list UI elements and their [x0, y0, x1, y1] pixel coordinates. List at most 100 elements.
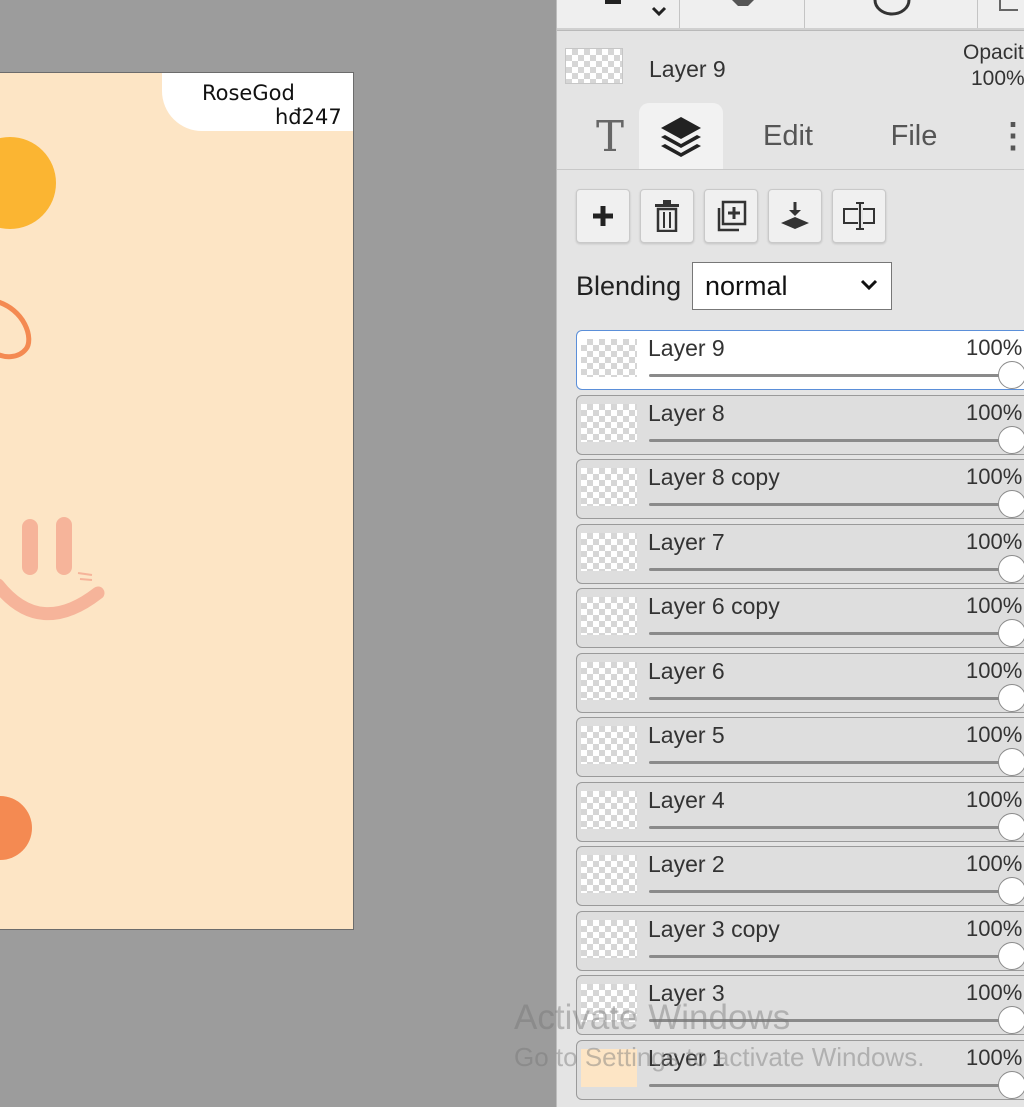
shape-icon: [732, 0, 754, 6]
watermark-handle: hđ247: [275, 105, 342, 129]
layer-name: Layer 9: [648, 335, 725, 361]
opacity-slider-knob[interactable]: [998, 683, 1024, 712]
opacity-slider-track[interactable]: [649, 438, 1019, 442]
layer-name: Layer 2: [648, 851, 725, 877]
rename-layer-button[interactable]: [832, 189, 886, 243]
current-layer-name: Layer 9: [649, 56, 726, 82]
current-layer-thumbnail: [565, 48, 623, 84]
layer-name: Layer 6 copy: [648, 593, 780, 619]
orange-circle-shape: [0, 796, 32, 860]
layer-item[interactable]: Layer 5 100%: [576, 717, 1024, 777]
opacity-slider-knob[interactable]: [998, 1070, 1024, 1099]
opacity-slider-knob[interactable]: [998, 877, 1024, 905]
shape-tool-button[interactable]: [680, 0, 805, 28]
duplicate-icon: [717, 200, 747, 232]
tool-strip: [557, 0, 1024, 31]
add-layer-button[interactable]: [576, 189, 630, 243]
layer-thumbnail: [581, 919, 637, 958]
merge-down-button[interactable]: [768, 189, 822, 243]
chevron-down-icon: [860, 279, 878, 291]
plus-icon: [593, 206, 613, 226]
layer-name: Layer 3: [648, 980, 725, 1006]
layer-item[interactable]: Layer 4 100%: [576, 781, 1024, 842]
opacity-slider-track[interactable]: [649, 567, 1019, 571]
ellipse-tool-button[interactable]: [805, 0, 978, 28]
opacity-slider-track[interactable]: [649, 761, 1019, 764]
layer-name: Layer 6: [648, 657, 725, 684]
opacity-label: Opacit: [963, 41, 1024, 64]
opacity-slider-knob[interactable]: [998, 425, 1024, 454]
canvas-artwork: [0, 137, 105, 860]
merge-down-icon: [781, 202, 809, 229]
current-layer-info: Layer 9 Opacit 100%: [557, 31, 1024, 103]
panel-tabs: T Edit File ⋮: [557, 103, 1024, 170]
opacity-slider-track[interactable]: [649, 503, 1019, 506]
tab-file[interactable]: File: [879, 103, 949, 169]
blending-select[interactable]: normal: [692, 262, 892, 310]
page-tool-button[interactable]: [978, 0, 1024, 28]
layer-item[interactable]: Layer 9 100%: [576, 330, 1024, 390]
layer-thumbnail: [581, 790, 637, 829]
layer-item[interactable]: Layer 8 100%: [576, 394, 1024, 455]
layer-opacity: 100%: [966, 851, 1023, 876]
layer-opacity: 100%: [966, 399, 1023, 425]
text-tool-icon: T: [595, 111, 624, 161]
more-vertical-icon[interactable]: ⋮: [996, 103, 1024, 169]
tab-layers[interactable]: [639, 103, 723, 169]
layer-thumbnail: [581, 597, 637, 635]
opacity-slider-knob[interactable]: [998, 361, 1024, 389]
layer-item[interactable]: Layer 8 copy 100%: [576, 459, 1024, 519]
opacity-slider-track[interactable]: [649, 696, 1019, 700]
layer-opacity: 100%: [966, 915, 1023, 941]
layer-item[interactable]: Layer 6 copy 100%: [576, 588, 1024, 648]
duplicate-layer-button[interactable]: [704, 189, 758, 243]
opacity-slider-track[interactable]: [649, 1019, 1019, 1022]
layer-thumbnail: [581, 532, 637, 571]
yellow-circle-shape: [0, 137, 56, 229]
watermark-name: RoseGod: [202, 81, 295, 105]
delete-layer-button[interactable]: [640, 189, 694, 243]
layer-opacity: 100%: [966, 593, 1023, 618]
opacity-slider-knob[interactable]: [998, 490, 1024, 518]
opacity-slider-track[interactable]: [649, 632, 1019, 635]
opacity-slider-knob[interactable]: [998, 748, 1024, 776]
smile-eye-right: [56, 517, 72, 575]
layer-opacity: 100%: [966, 1044, 1023, 1070]
opacity-slider-track[interactable]: [649, 890, 1019, 893]
layers-panel: Layer 9 Opacit 100% T Edit File ⋮: [556, 0, 1024, 1107]
layer-item[interactable]: Layer 7 100%: [576, 523, 1024, 584]
opacity-slider-knob[interactable]: [998, 812, 1024, 841]
opacity-slider-knob[interactable]: [998, 619, 1024, 647]
layer-name: Layer 4: [648, 786, 725, 813]
layer-thumbnail: [581, 661, 637, 700]
drawing-canvas[interactable]: RoseGod hđ247: [0, 72, 354, 930]
layer-opacity: 100%: [966, 980, 1023, 1005]
opacity-slider-track[interactable]: [649, 825, 1019, 829]
circle-icon: [873, 0, 911, 16]
blending-value: normal: [705, 270, 788, 301]
layer-thumbnail: [581, 1048, 637, 1087]
opacity-value: 100%: [971, 67, 1024, 90]
layer-thumbnail: [581, 403, 637, 442]
opacity-slider-track[interactable]: [649, 374, 1019, 377]
layer-item[interactable]: Layer 3 copy 100%: [576, 910, 1024, 971]
layer-name: Layer 7: [648, 528, 725, 555]
layer-item[interactable]: Layer 6 100%: [576, 652, 1024, 713]
tab-edit[interactable]: Edit: [753, 103, 823, 169]
opacity-slider-knob[interactable]: [998, 554, 1024, 583]
tool-dropdown-button[interactable]: [557, 0, 680, 28]
layer-thumbnail: [581, 468, 637, 506]
layer-opacity: 100%: [966, 657, 1023, 683]
layer-item[interactable]: Layer 3 100%: [576, 975, 1024, 1035]
layer-opacity: 100%: [966, 464, 1023, 489]
opacity-slider-track[interactable]: [649, 954, 1019, 958]
opacity-slider-track[interactable]: [649, 1083, 1019, 1087]
layer-thumbnail: [581, 984, 637, 1022]
layer-opacity: 100%: [966, 335, 1023, 360]
opacity-slider-knob[interactable]: [998, 941, 1024, 970]
layer-thumbnail: [581, 726, 637, 764]
layer-item[interactable]: Layer 1 100%: [576, 1039, 1024, 1100]
tab-text[interactable]: T: [575, 103, 645, 169]
opacity-slider-knob[interactable]: [998, 1006, 1024, 1034]
layer-item[interactable]: Layer 2 100%: [576, 846, 1024, 906]
